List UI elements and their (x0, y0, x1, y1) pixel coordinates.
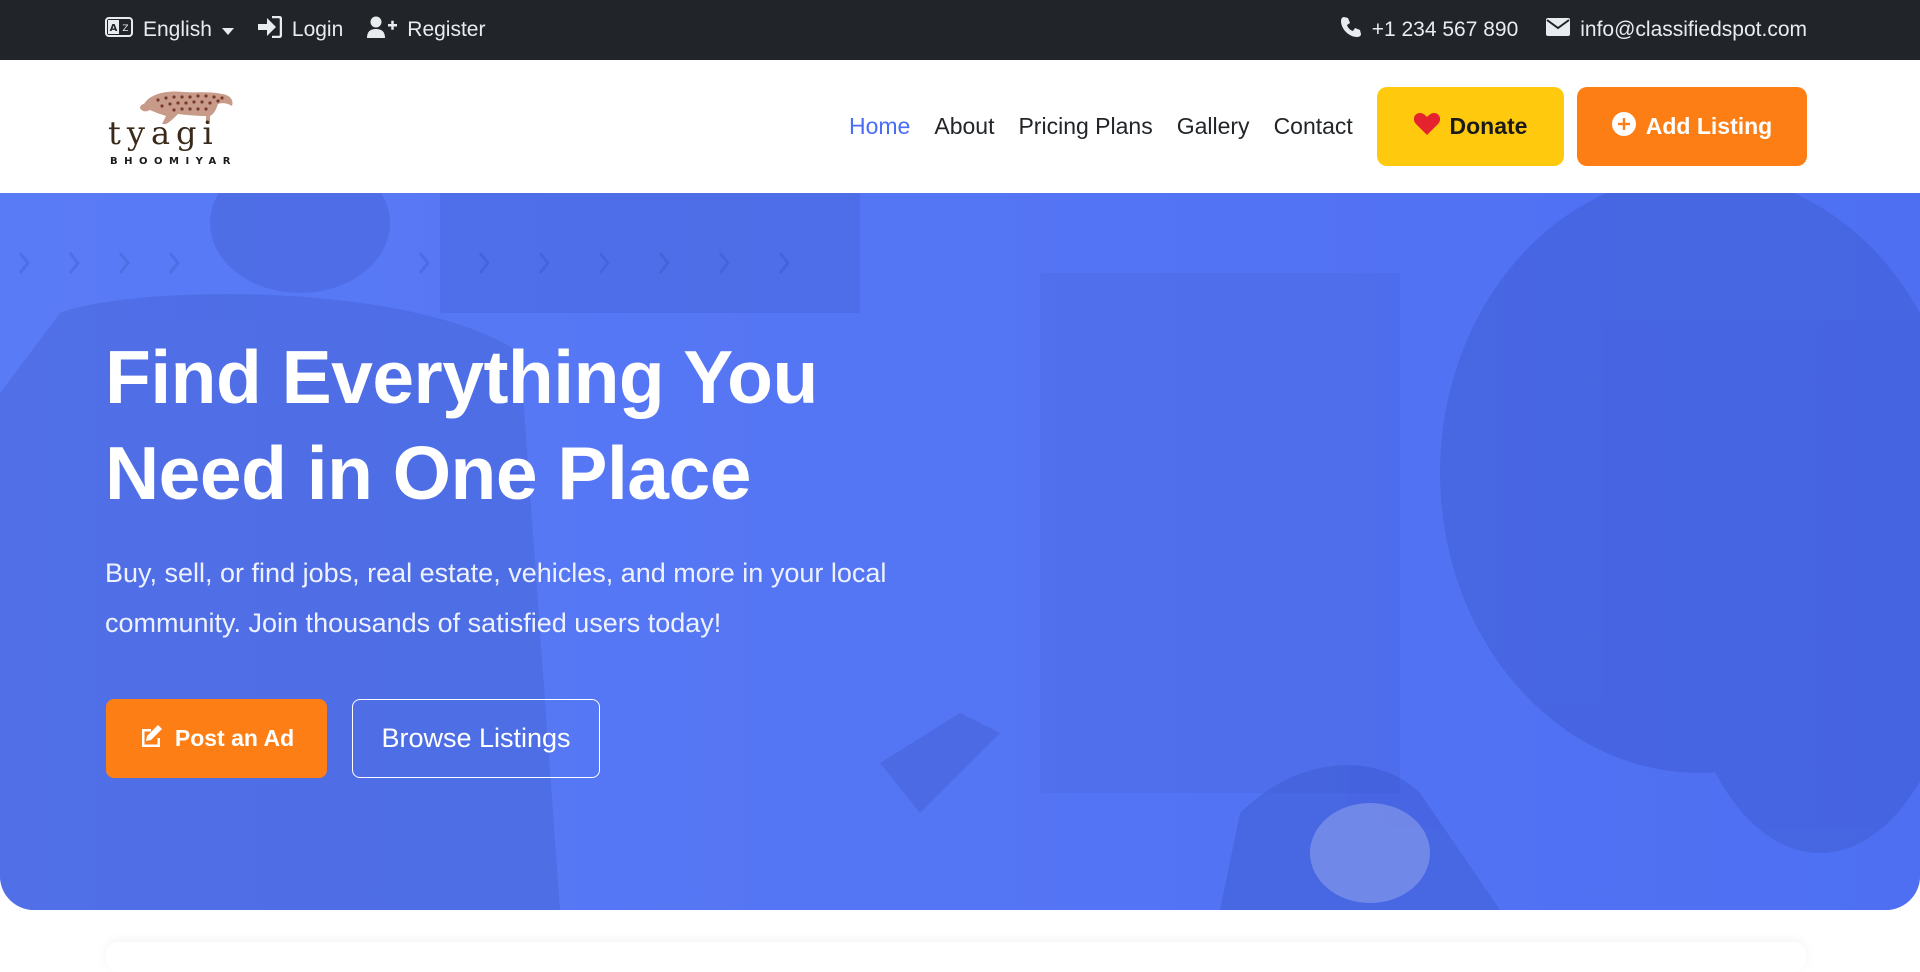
email-address: info@classifiedspot.com (1580, 18, 1807, 41)
login-link[interactable]: Login (257, 15, 344, 44)
plus-circle-icon (1611, 111, 1636, 142)
language-selector[interactable]: AZ English (105, 17, 234, 43)
login-label: Login (291, 18, 344, 41)
sign-in-icon (257, 15, 283, 44)
top-bar-left: AZ English Login Register (105, 0, 485, 60)
email-contact[interactable]: info@classifiedspot.com (1546, 18, 1807, 42)
edit-icon (139, 724, 163, 754)
svg-text:A: A (110, 23, 118, 34)
main-navbar: tyagi BHOOMIYAR Home About Pricing Plans… (0, 60, 1920, 193)
hero-title-line-1: Find Everything You (105, 335, 818, 419)
search-card (106, 942, 1806, 972)
envelope-icon (1546, 18, 1571, 42)
nav-about[interactable]: About (934, 113, 994, 140)
hero-subtitle-line-2: community. Join thousands of satisfied u… (105, 608, 722, 638)
hero-subtitle-line-1: Buy, sell, or find jobs, real estate, ve… (105, 558, 887, 588)
donate-label: Donate (1449, 113, 1528, 139)
hero-subtitle: Buy, sell, or find jobs, real estate, ve… (105, 548, 925, 648)
hero-title-line-2: Need in One Place (105, 431, 751, 515)
phone-contact[interactable]: +1 234 567 890 (1340, 16, 1519, 44)
nav-pricing-plans[interactable]: Pricing Plans (1018, 113, 1152, 140)
phone-number: +1 234 567 890 (1371, 18, 1519, 41)
nav-menu: Home About Pricing Plans Gallery Contact (849, 60, 1353, 193)
heart-icon (1413, 112, 1440, 141)
register-link[interactable]: Register (367, 16, 485, 44)
hero-section: Find Everything You Need in One Place Bu… (0, 193, 1920, 910)
top-bar: AZ English Login Register +1 234 567 890 (0, 0, 1920, 60)
language-label: English (143, 18, 212, 41)
nav-home[interactable]: Home (849, 113, 910, 140)
browse-listings-button[interactable]: Browse Listings (352, 699, 600, 778)
svg-text:Z: Z (122, 24, 128, 34)
register-label: Register (407, 18, 486, 41)
nav-gallery[interactable]: Gallery (1177, 113, 1250, 140)
language-icon: AZ (105, 17, 133, 43)
add-listing-button[interactable]: Add Listing (1577, 87, 1807, 166)
logo-tagline: BHOOMIYAR (110, 156, 237, 167)
post-ad-button[interactable]: Post an Ad (106, 699, 327, 778)
browse-listings-label: Browse Listings (381, 723, 571, 753)
caret-down-icon (221, 18, 234, 42)
hero-title: Find Everything You Need in One Place (105, 329, 1005, 521)
site-logo[interactable]: tyagi BHOOMIYAR (106, 82, 262, 172)
donate-button[interactable]: Donate (1377, 87, 1564, 166)
top-bar-right: +1 234 567 890 info@classifiedspot.com (1340, 0, 1807, 60)
add-listing-label: Add Listing (1645, 113, 1773, 139)
nav-contact[interactable]: Contact (1274, 113, 1353, 140)
logo-name: tyagi (108, 114, 219, 152)
post-ad-label: Post an Ad (174, 725, 295, 751)
phone-icon (1340, 16, 1362, 44)
user-plus-icon (367, 16, 398, 44)
